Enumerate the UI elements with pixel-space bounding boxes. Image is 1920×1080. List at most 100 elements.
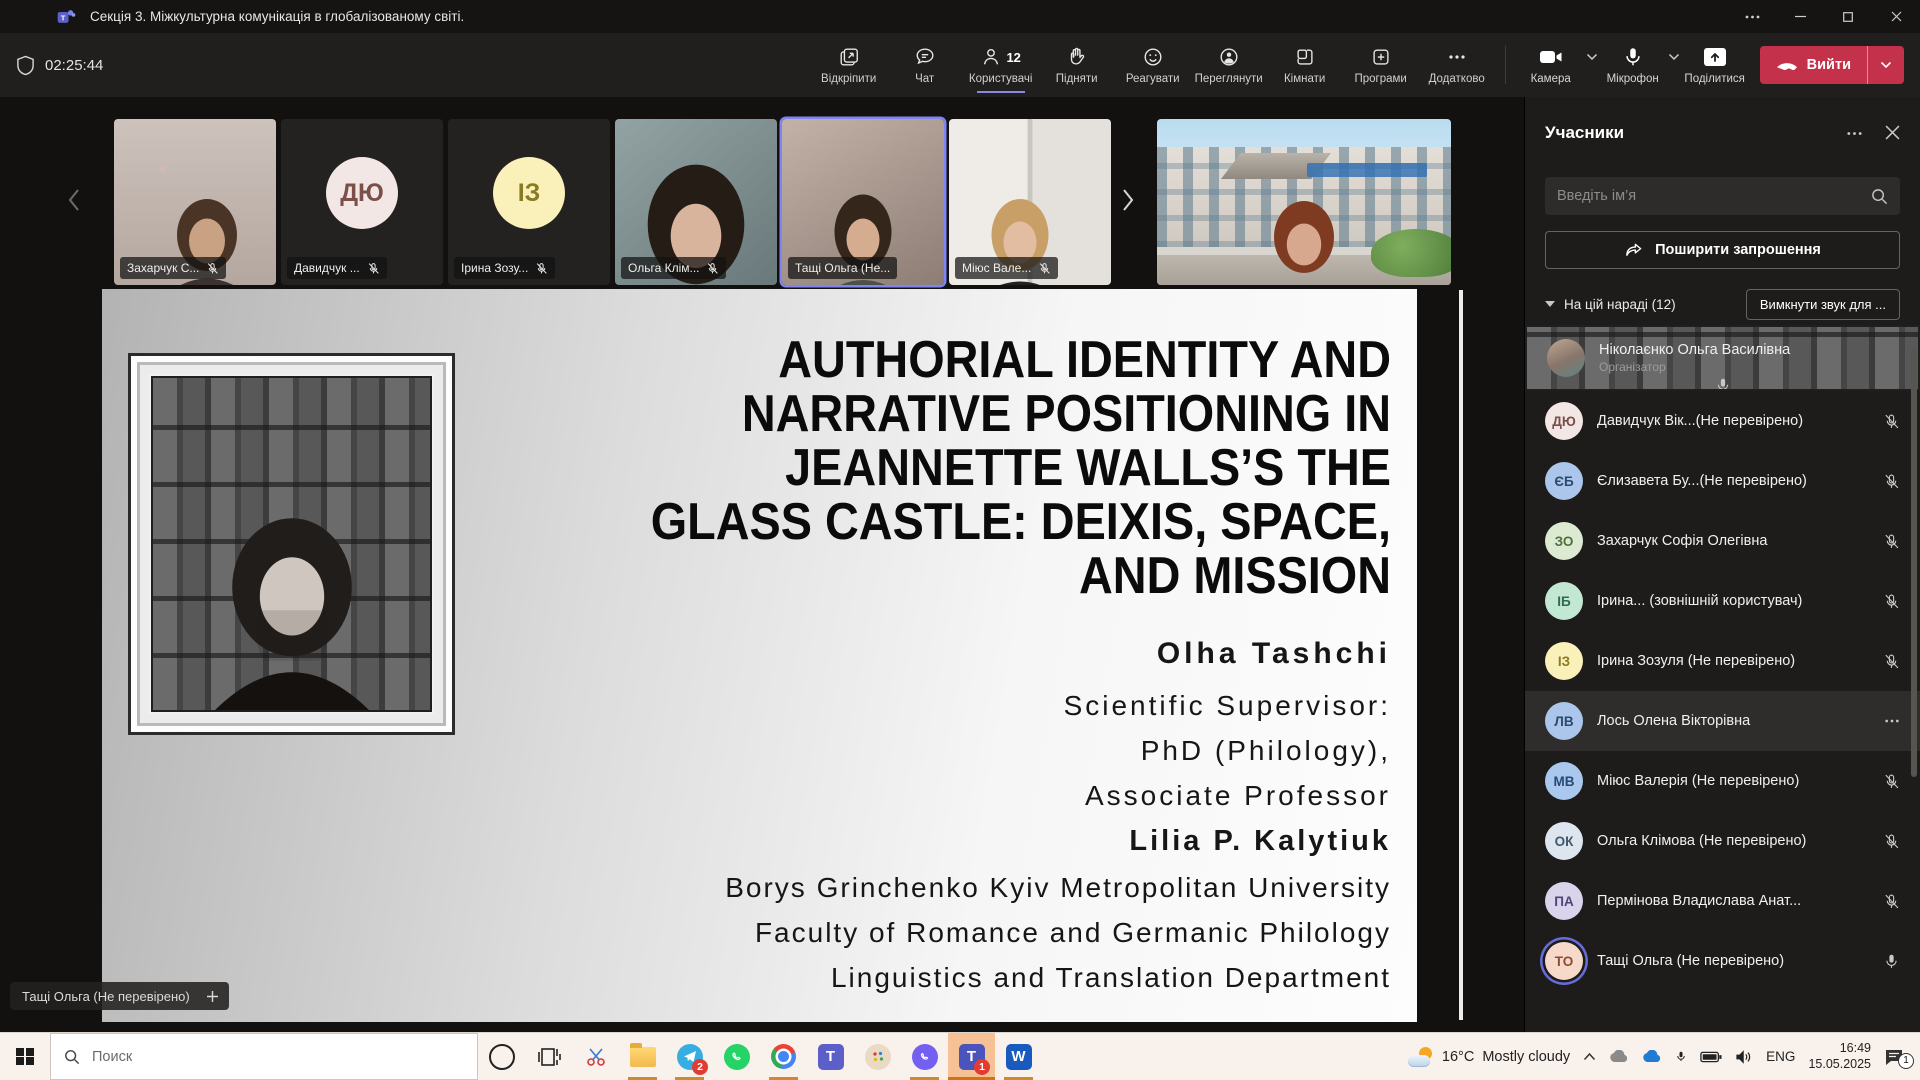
viber-icon (912, 1044, 938, 1070)
video-tile[interactable]: Міюс Вале... (949, 119, 1111, 285)
participant-row[interactable]: МВ Міюс Валерія (Не перевірено) (1525, 751, 1920, 811)
share-invite-button[interactable]: Поширити запрошення (1545, 231, 1900, 269)
teams-button[interactable]: T (807, 1033, 854, 1080)
pin-plus-icon[interactable] (206, 990, 219, 1003)
video-tile[interactable]: Захарчук С... (114, 119, 276, 285)
participant-row[interactable]: ІБ Ірина... (зовнішній користувач) (1525, 571, 1920, 631)
mic-muted-icon[interactable] (1883, 532, 1900, 551)
tray-expand-chevron[interactable] (1583, 1052, 1596, 1061)
mic-muted-icon[interactable] (1883, 412, 1900, 431)
taskbar-search-input[interactable] (92, 1049, 464, 1065)
panel-more-icon[interactable] (1846, 125, 1863, 142)
mic-muted-icon[interactable] (1883, 772, 1900, 791)
video-tile[interactable]: Ольга Клім... (615, 119, 777, 285)
filmstrip-next-button[interactable] (1120, 187, 1136, 213)
mic-muted-icon[interactable] (1883, 592, 1900, 611)
task-view-button[interactable] (525, 1033, 572, 1080)
word-button[interactable]: W (995, 1033, 1042, 1080)
video-tile-active-speaker[interactable]: Тащі Ольга (Не... (782, 119, 944, 285)
chrome-button[interactable] (760, 1033, 807, 1080)
pinned-video-organizer[interactable] (1157, 119, 1451, 285)
panel-close-icon[interactable] (1885, 125, 1900, 142)
paint-button[interactable] (854, 1033, 901, 1080)
participant-row[interactable]: ЄБ Єлизавета Бу...(Не перевірено) (1525, 451, 1920, 511)
leave-button[interactable]: Вийти (1760, 46, 1904, 84)
battery-icon[interactable] (1700, 1051, 1722, 1063)
raise-hand-button[interactable]: Підняти (1039, 39, 1115, 91)
participant-row[interactable]: ПА Пермінова Владислава Анат... (1525, 871, 1920, 931)
participant-row[interactable]: Ніколаєнко Ольга Василівна Організатор (1525, 325, 1920, 391)
mic-muted-icon[interactable] (1883, 472, 1900, 491)
video-tile[interactable]: ІЗ Ірина Зозу... (448, 119, 610, 285)
taskbar-search[interactable] (50, 1033, 478, 1080)
close-button[interactable] (1872, 0, 1920, 33)
participant-name: Захарчук Софія Олегівна (1597, 533, 1869, 549)
telegram-button[interactable]: 2 (666, 1033, 713, 1080)
participant-name: Ірина... (зовнішній користувач) (1597, 593, 1869, 609)
mic-muted-icon[interactable] (1883, 652, 1900, 671)
view-button[interactable]: Переглянути (1191, 39, 1267, 91)
panel-scrollbar[interactable] (1911, 347, 1917, 777)
minimize-button[interactable] (1776, 0, 1824, 33)
leave-options-chevron[interactable] (1868, 46, 1904, 84)
weather-widget[interactable]: 16°C Mostly cloudy (1408, 1047, 1570, 1067)
add-app-icon (1370, 45, 1392, 69)
camera-options-chevron[interactable] (1586, 53, 1598, 61)
more-options-icon[interactable] (1884, 713, 1900, 729)
participant-row[interactable]: ЛВ Лось Олена Вікторівна (1525, 691, 1920, 751)
start-button[interactable] (0, 1033, 50, 1080)
react-button[interactable]: Реагувати (1115, 39, 1191, 91)
participant-row[interactable]: ЗО Захарчук Софія Олегівна (1525, 511, 1920, 571)
maximize-button[interactable] (1824, 0, 1872, 33)
whatsapp-button[interactable] (713, 1033, 760, 1080)
participant-row[interactable]: ІЗ Ірина Зозуля (Не перевірено) (1525, 631, 1920, 691)
file-explorer-button[interactable] (619, 1033, 666, 1080)
chat-button[interactable]: Чат (887, 39, 963, 91)
participants-button[interactable]: 12 Користувачі (963, 39, 1039, 91)
notifications-button[interactable]: 1 (1884, 1048, 1910, 1066)
participant-role: Організатор (1599, 360, 1884, 374)
participant-row[interactable]: ТО Тащі Ольга (Не перевірено) (1525, 931, 1920, 991)
clock[interactable]: 16:49 15.05.2025 (1808, 1041, 1871, 1072)
window-more-button[interactable] (1728, 0, 1776, 33)
rooms-button[interactable]: Кімнати (1267, 39, 1343, 91)
participant-row[interactable]: ДЮ Давидчук Вік...(Не перевірено) (1525, 391, 1920, 451)
tray-microphone-icon[interactable] (1675, 1048, 1687, 1065)
avatar: ТО (1545, 942, 1583, 980)
toolbar-divider (1505, 46, 1506, 84)
mic-muted-icon[interactable] (1883, 832, 1900, 851)
camera-button[interactable]: Камера (1516, 41, 1586, 89)
onedrive-blue-icon[interactable] (1642, 1050, 1662, 1063)
tray-date: 15.05.2025 (1808, 1057, 1871, 1073)
windows-taskbar: 2 T T1 W 16°C Mostly cloudy ENG 16:49 15… (0, 1032, 1920, 1080)
participant-search[interactable] (1545, 177, 1900, 215)
microphone-button[interactable]: Мікрофон (1598, 41, 1668, 89)
teams-active-button[interactable]: T1 (948, 1033, 995, 1080)
tile-name: Міюс Вале... (962, 261, 1031, 275)
share-button[interactable]: Поділитися (1680, 41, 1750, 89)
onedrive-gray-icon[interactable] (1609, 1050, 1629, 1063)
volume-icon[interactable] (1735, 1050, 1753, 1064)
filmstrip-prev-button[interactable] (66, 187, 82, 213)
section-collapse-chevron[interactable] (1545, 301, 1555, 307)
panel-title: Учасники (1545, 123, 1624, 143)
language-indicator[interactable]: ENG (1766, 1049, 1795, 1064)
mute-all-button[interactable]: Вимкнути звук для ... (1746, 289, 1900, 320)
apps-button[interactable]: Програми (1343, 39, 1419, 91)
viber-button[interactable] (901, 1033, 948, 1080)
unpin-button[interactable]: Відкріпити (811, 39, 887, 91)
mic-on-icon[interactable] (1883, 952, 1900, 971)
microphone-options-chevron[interactable] (1668, 53, 1680, 61)
cortana-button[interactable] (478, 1033, 525, 1080)
participant-name: Давидчук Вік...(Не перевірено) (1597, 413, 1869, 429)
person-circle-icon (1218, 45, 1240, 69)
slide-title: AUTHORIAL IDENTITY AND NARRATIVE POSITIO… (446, 333, 1391, 603)
video-tile[interactable]: ДЮ Давидчук ... (281, 119, 443, 285)
teams-icon: T (818, 1044, 844, 1070)
more-actions-button[interactable]: Додатково (1419, 39, 1495, 91)
participant-row[interactable]: ОК Ольга Клімова (Не перевірено) (1525, 811, 1920, 871)
snipping-tool-button[interactable] (572, 1033, 619, 1080)
search-input[interactable] (1557, 188, 1871, 204)
window-title: Секція 3. Міжкультурна комунікація в гло… (90, 9, 464, 24)
mic-muted-icon[interactable] (1883, 892, 1900, 911)
